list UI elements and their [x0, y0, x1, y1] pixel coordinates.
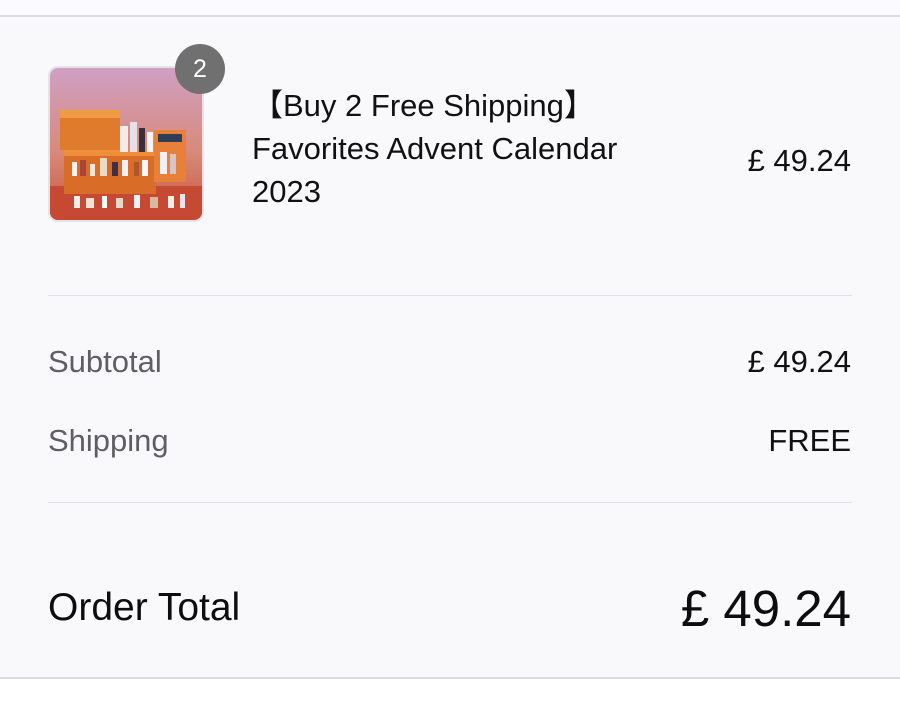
subtotal-label: Subtotal	[48, 344, 162, 379]
product-thumbnail	[48, 66, 204, 222]
quantity-badge: 2	[175, 44, 225, 94]
product-name[interactable]: 【Buy 2 Free Shipping】 Favorites Advent C…	[252, 84, 692, 213]
subtotal-value: £ 49.24	[747, 344, 851, 379]
order-total-value: £ 49.24	[680, 580, 851, 637]
order-summary-card: 2 【Buy 2 Free Shipping】 Favorites Advent…	[0, 17, 900, 677]
shipping-label: Shipping	[48, 423, 169, 458]
product-item[interactable]: 2	[48, 44, 225, 222]
shipping-value: FREE	[768, 423, 851, 458]
order-total-label: Order Total	[48, 586, 241, 629]
divider	[48, 502, 852, 503]
advent-calendar-image	[50, 68, 202, 220]
bottom-strip	[0, 677, 900, 704]
product-price: £ 49.24	[747, 143, 851, 178]
divider	[48, 295, 852, 296]
top-strip	[0, 0, 900, 17]
